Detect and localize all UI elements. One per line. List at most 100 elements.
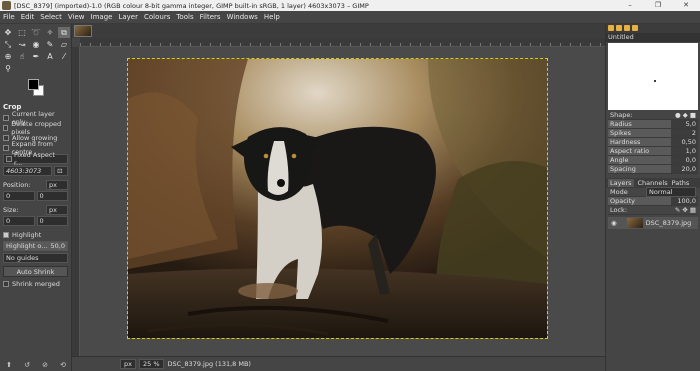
right-dock: Untitled Shape: ● ◆ ■ Radius 5,0 Spikes 2 …: [605, 24, 700, 371]
image-tab-thumbnail[interactable]: [74, 25, 92, 37]
fuzzy-select-tool-icon[interactable]: ✧: [44, 27, 56, 38]
unit-select[interactable]: px: [120, 359, 136, 369]
option-shrink-merged[interactable]: Shrink merged: [0, 279, 71, 289]
image-tabs: [72, 24, 605, 38]
checkbox[interactable]: [3, 281, 9, 287]
layer-name: DSC_8379.jpg: [645, 219, 692, 227]
zoom-tool-icon[interactable]: ⚲: [2, 63, 14, 74]
lock-icons[interactable]: ✎ ✥ ▦: [675, 206, 696, 214]
zoom-select[interactable]: 25 %: [138, 359, 164, 369]
lasso-tool-icon[interactable]: ➰: [30, 27, 42, 38]
brush-dock-tabs: [606, 24, 700, 33]
maximize-button[interactable]: ❐: [644, 0, 672, 11]
status-bar: px 25 % DSC_8379.jpg (131,8 MB): [72, 356, 605, 371]
size-width-input[interactable]: 0: [3, 216, 35, 226]
photo-image: [128, 59, 547, 338]
menu-file[interactable]: File: [0, 13, 18, 21]
gimp-app-icon: [2, 1, 11, 10]
menu-colours[interactable]: Colours: [141, 13, 173, 21]
menu-edit[interactable]: Edit: [18, 13, 38, 21]
size-unit-select[interactable]: px: [46, 205, 68, 215]
menu-bar: File Edit Select View Image Layer Colour…: [0, 11, 700, 24]
hardness-slider[interactable]: Hardness 0,50: [608, 138, 698, 147]
opacity-slider[interactable]: Opacity 100,0: [608, 197, 698, 206]
option-delete-cropped-pixels[interactable]: Delete cropped pixels: [0, 120, 71, 136]
checkbox[interactable]: [3, 115, 9, 121]
position-y-input[interactable]: 0: [36, 191, 68, 201]
menu-layer[interactable]: Layer: [115, 13, 141, 21]
menu-image[interactable]: Image: [88, 13, 116, 21]
angle-slider[interactable]: Angle 0,0: [608, 156, 698, 165]
window-controls: – ❐ ✕: [616, 0, 700, 11]
aspect-ratio-slider[interactable]: Aspect ratio 1,0: [608, 147, 698, 156]
toolbox-bottom-buttons: ⬆ ↺ ⊘ ⟲: [0, 361, 72, 369]
bucket-fill-tool-icon[interactable]: ◉: [30, 39, 42, 50]
warp-tool-icon[interactable]: ↝: [16, 39, 28, 50]
menu-windows[interactable]: Windows: [224, 13, 261, 21]
document-history-tab-icon[interactable]: [632, 25, 638, 31]
tab-layers[interactable]: Layers: [608, 179, 634, 187]
file-info: DSC_8379.jpg (131,8 MB): [167, 360, 251, 368]
menu-view[interactable]: View: [65, 13, 88, 21]
menu-select[interactable]: Select: [37, 13, 65, 21]
crop-tool-icon[interactable]: ⧉: [58, 27, 70, 38]
paths-tool-icon[interactable]: ✒: [30, 51, 42, 62]
color-picker-tool-icon[interactable]: ⁄: [58, 51, 70, 62]
checkbox[interactable]: [3, 135, 9, 141]
size-height-input[interactable]: 0: [36, 216, 68, 226]
foreground-color-swatch[interactable]: [28, 79, 39, 90]
spacing-slider[interactable]: Spacing 20,0: [608, 165, 698, 174]
fg-bg-colors[interactable]: [24, 77, 71, 101]
delete-options-icon[interactable]: ⊘: [42, 361, 48, 369]
save-options-icon[interactable]: ⬆: [6, 361, 12, 369]
layer-row[interactable]: ◉ DSC_8379.jpg: [608, 217, 698, 229]
brush-name[interactable]: Untitled: [606, 33, 700, 42]
checkbox[interactable]: [3, 125, 9, 131]
menu-tools[interactable]: Tools: [173, 13, 196, 21]
title-bar: [DSC_8379] (imported)-1.0 (RGB colour 8-…: [0, 0, 700, 11]
smudge-tool-icon[interactable]: ☝: [16, 51, 28, 62]
tool-grid: ✥ ⬚ ➰ ✧ ⧉ ⤡ ↝ ◉ ✎ ▱ ⊕ ☝ ✒ A ⁄ ⚲: [0, 24, 71, 77]
shape-options-icon[interactable]: ● ◆ ■: [675, 111, 696, 119]
menu-filters[interactable]: Filters: [197, 13, 224, 21]
vertical-ruler: [72, 47, 80, 356]
auto-shrink-button[interactable]: Auto Shrink: [3, 266, 68, 277]
portrait-landscape-toggle[interactable]: ⊡: [54, 166, 68, 176]
horizontal-ruler: [80, 38, 605, 47]
paintbrush-tool-icon[interactable]: ✎: [44, 39, 56, 50]
patterns-tab-icon[interactable]: [616, 25, 622, 31]
restore-options-icon[interactable]: ↺: [24, 361, 30, 369]
brush-preview: [608, 43, 698, 110]
guides-dropdown[interactable]: No guides: [3, 253, 68, 263]
tab-paths[interactable]: Paths: [672, 179, 690, 187]
text-tool-icon[interactable]: A: [44, 51, 56, 62]
image-canvas[interactable]: [80, 47, 605, 356]
tab-channels[interactable]: Channels: [638, 179, 668, 187]
clone-tool-icon[interactable]: ⊕: [2, 51, 14, 62]
position-unit-select[interactable]: px: [46, 180, 68, 190]
reset-options-icon[interactable]: ⟲: [60, 361, 66, 369]
close-button[interactable]: ✕: [672, 0, 700, 11]
minimize-button[interactable]: –: [616, 0, 644, 11]
brushes-tab-icon[interactable]: [608, 25, 614, 31]
aspect-ratio-input[interactable]: 4603:3073: [3, 166, 53, 176]
lock-label: Lock:: [610, 206, 628, 214]
position-label: Position:: [3, 181, 31, 189]
spikes-slider[interactable]: Spikes 2: [608, 129, 698, 138]
radius-slider[interactable]: Radius 5,0: [608, 120, 698, 129]
rect-select-tool-icon[interactable]: ⬚: [16, 27, 28, 38]
eraser-tool-icon[interactable]: ▱: [58, 39, 70, 50]
fixed-aspect-dropdown[interactable]: Fixed Aspect r...: [3, 151, 68, 167]
move-tool-icon[interactable]: ✥: [2, 27, 14, 38]
transform-tool-icon[interactable]: ⤡: [2, 39, 14, 50]
option-highlight[interactable]: Highlight: [0, 230, 71, 240]
highlight-opacity-slider[interactable]: Highlight o... 50,0: [3, 241, 68, 251]
menu-help[interactable]: Help: [261, 13, 283, 21]
checkbox[interactable]: [3, 232, 9, 238]
position-x-input[interactable]: 0: [3, 191, 35, 201]
checkbox[interactable]: [3, 145, 9, 151]
visibility-eye-icon[interactable]: ◉: [611, 219, 617, 227]
shape-label: Shape:: [610, 111, 633, 119]
mode-select[interactable]: Normal: [646, 187, 696, 197]
fonts-tab-icon[interactable]: [624, 25, 630, 31]
